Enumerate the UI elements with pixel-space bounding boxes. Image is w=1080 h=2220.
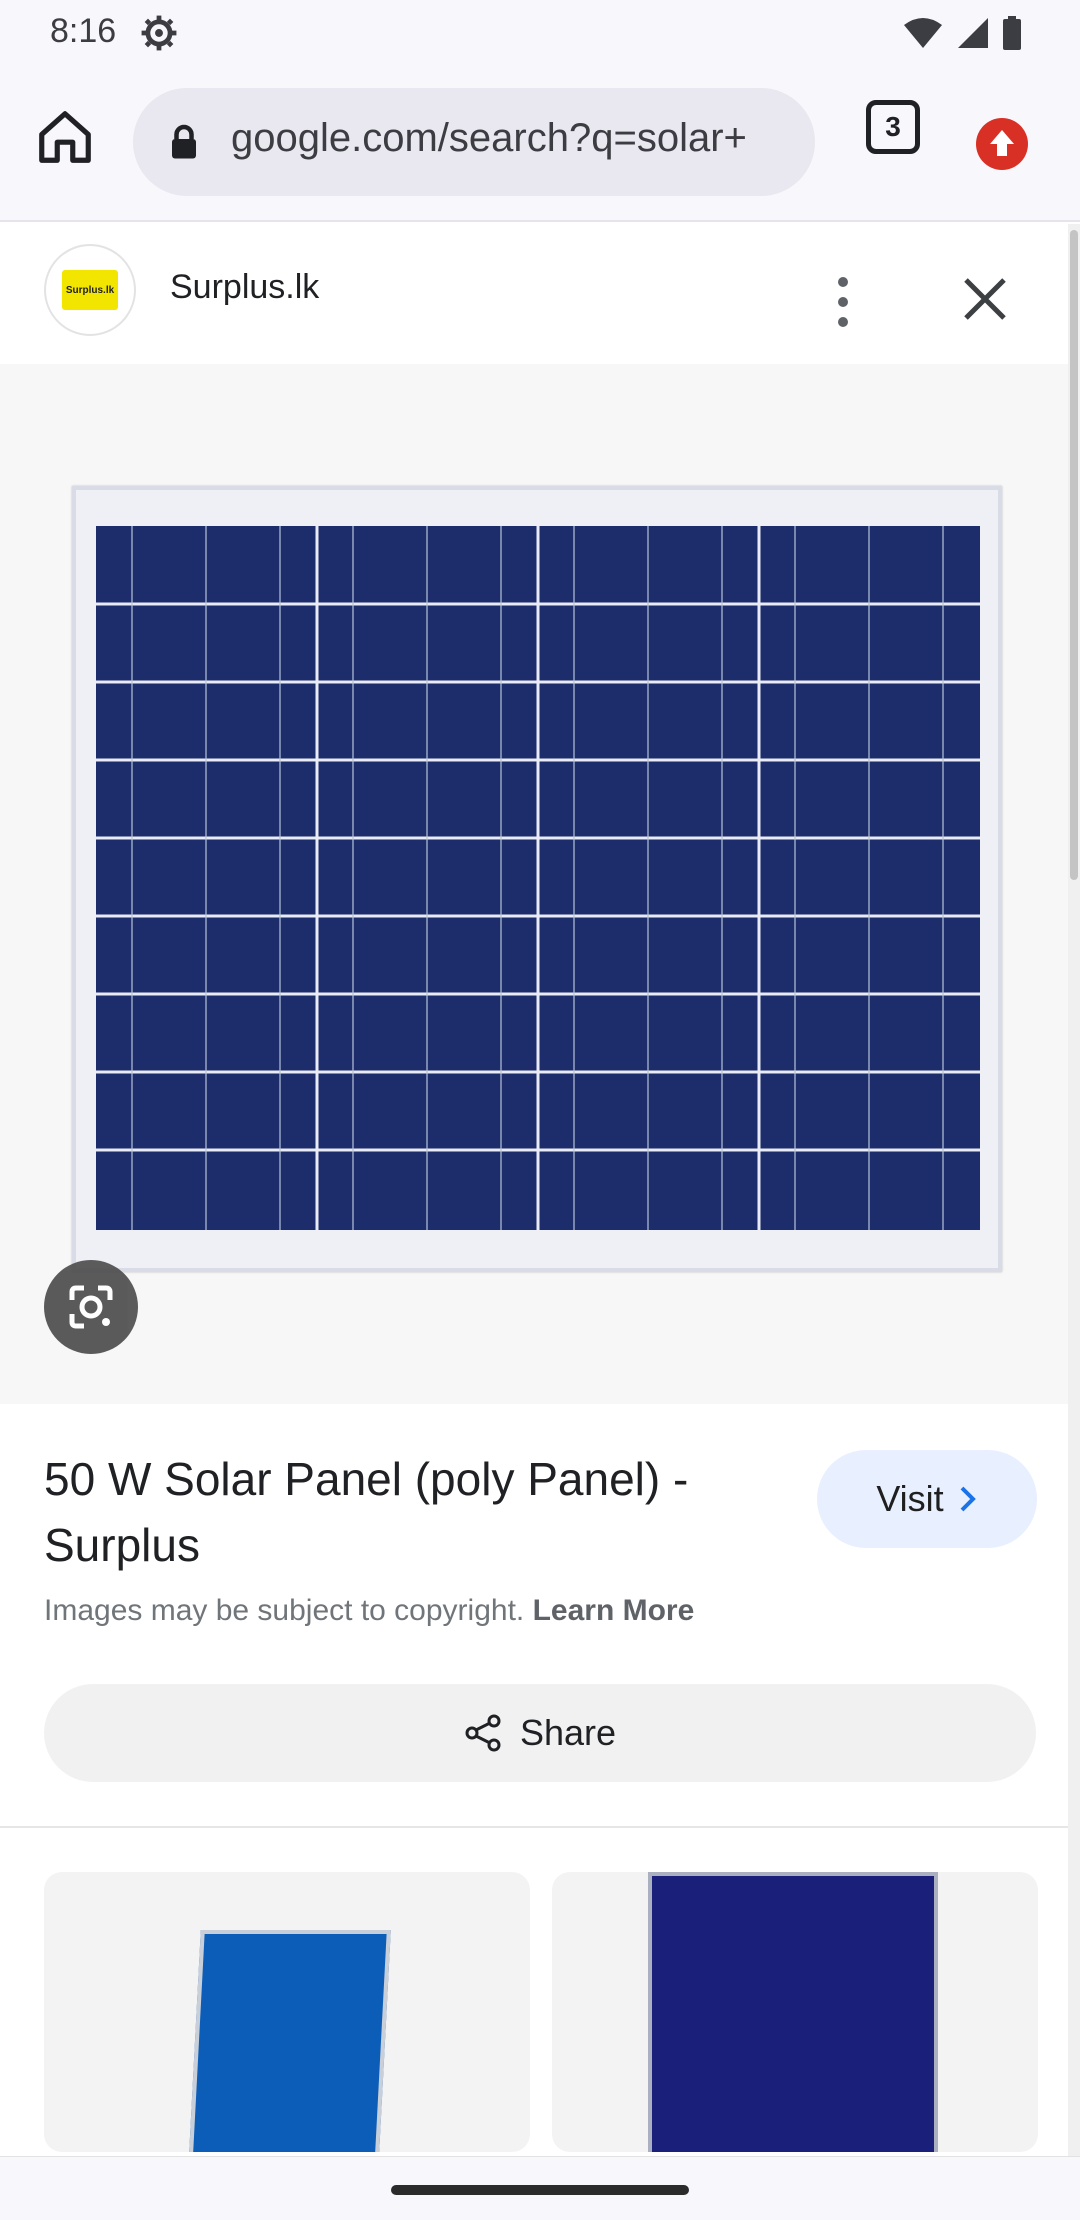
navigation-bar	[0, 2156, 1080, 2220]
cellular-signal-icon	[958, 18, 988, 48]
share-icon	[465, 1714, 501, 1752]
home-gesture-handle[interactable]	[391, 2185, 689, 2195]
related-solar-panel-image	[187, 1930, 391, 2152]
copyright-notice: Images may be subject to copyright. Lear…	[44, 1594, 694, 1628]
lock-icon	[172, 124, 196, 159]
solar-panel-cells	[96, 526, 980, 1230]
home-icon[interactable]	[34, 106, 96, 168]
status-time: 8:16	[50, 12, 117, 50]
result-details: 50 W Solar Panel (poly Panel) - Surplus …	[0, 1404, 1068, 1824]
related-image-card[interactable]	[552, 1872, 1038, 2152]
related-image-card[interactable]	[44, 1872, 530, 2152]
visit-button[interactable]: Visit	[817, 1450, 1037, 1548]
source-logo-text: Surplus.lk	[62, 270, 118, 310]
visit-label: Visit	[876, 1478, 944, 1519]
tab-switcher-button[interactable]: 3	[866, 100, 920, 154]
close-icon[interactable]	[958, 272, 1012, 326]
google-lens-button[interactable]	[44, 1260, 138, 1354]
section-divider	[0, 1826, 1068, 1828]
url-text: google.com/search?q=solar+	[231, 116, 747, 160]
lens-icon	[69, 1285, 113, 1329]
related-solar-panel-image	[648, 1872, 938, 2152]
more-options-icon[interactable]	[818, 272, 868, 332]
address-bar[interactable]: google.com/search?q=solar+	[133, 88, 815, 196]
solar-panel-image	[72, 486, 1002, 1272]
share-button[interactable]: Share	[44, 1684, 1036, 1782]
image-preview[interactable]	[0, 364, 1068, 1404]
status-bar: 8:16	[0, 0, 1080, 66]
learn-more-link[interactable]: Learn More	[533, 1594, 695, 1627]
source-name[interactable]: Surplus.lk	[170, 268, 319, 307]
result-title[interactable]: 50 W Solar Panel (poly Panel) - Surplus	[44, 1446, 784, 1578]
update-available-icon[interactable]	[976, 118, 1028, 170]
battery-icon	[1003, 16, 1021, 50]
chevron-right-icon	[960, 1486, 976, 1512]
wifi-icon	[904, 18, 942, 48]
source-logo: Surplus.lk	[44, 244, 136, 336]
copyright-text: Images may be subject to copyright.	[44, 1594, 525, 1627]
status-icons	[902, 16, 1022, 50]
source-header: Surplus.lk Surplus.lk	[0, 224, 1068, 364]
browser-toolbar: google.com/search?q=solar+ 3	[0, 66, 1080, 222]
share-label: Share	[519, 1712, 617, 1753]
settings-gear-icon	[141, 15, 177, 51]
scrollbar-thumb[interactable]	[1070, 230, 1078, 880]
